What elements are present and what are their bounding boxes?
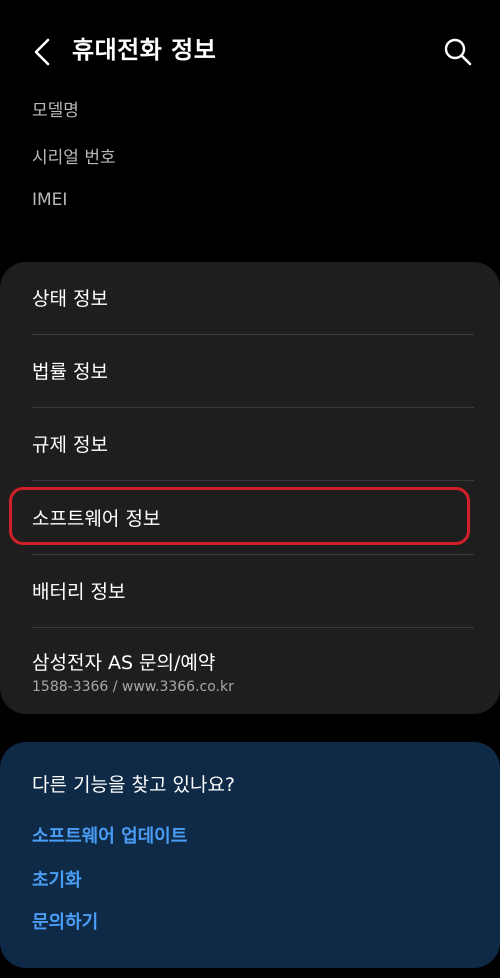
divider — [32, 334, 474, 335]
divider — [32, 407, 474, 408]
link-contact[interactable]: 문의하기 — [32, 908, 98, 934]
divider — [32, 554, 474, 555]
divider — [32, 480, 474, 481]
page-title: 휴대전화 정보 — [72, 36, 217, 64]
app-header: 휴대전화 정보 — [0, 0, 500, 104]
chevron-left-icon[interactable] — [28, 34, 60, 70]
link-reset[interactable]: 초기화 — [32, 866, 82, 892]
menu-item-software-info[interactable]: 소프트웨어 정보 — [32, 504, 160, 531]
search-icon[interactable] — [442, 36, 474, 68]
menu-item-samsung-as-subtitle: 1588-3366 / www.3366.co.kr — [32, 679, 234, 695]
menu-item-status-info[interactable]: 상태 정보 — [32, 284, 108, 311]
menu-item-samsung-as[interactable]: 삼성전자 AS 문의/예약 — [32, 648, 215, 675]
divider — [32, 627, 474, 628]
suggestion-title: 다른 기능을 찾고 있나요? — [32, 774, 236, 796]
menu-item-regulatory-info[interactable]: 규제 정보 — [32, 430, 108, 457]
imei-label: IMEI — [32, 190, 68, 210]
link-software-update[interactable]: 소프트웨어 업데이트 — [32, 822, 187, 848]
model-name-label: 모델명 — [32, 101, 79, 121]
menu-item-legal-info[interactable]: 법률 정보 — [32, 357, 108, 384]
serial-number-label: 시리얼 번호 — [32, 148, 116, 168]
menu-item-battery-info[interactable]: 배터리 정보 — [32, 577, 125, 604]
